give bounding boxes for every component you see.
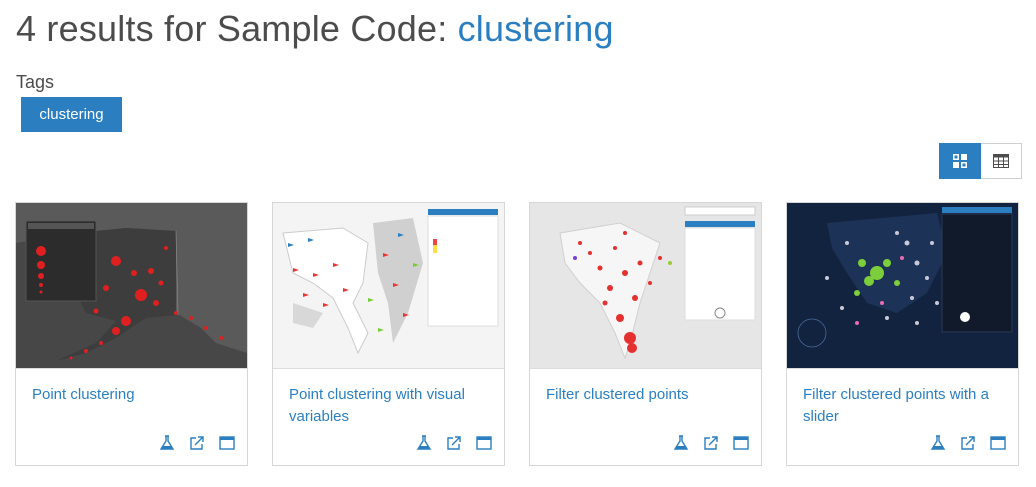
- flask-icon[interactable]: [673, 435, 689, 451]
- card-actions: [159, 435, 235, 451]
- tags-label: Tags: [16, 72, 55, 92]
- share-icon[interactable]: [189, 435, 205, 451]
- search-query: clustering: [457, 8, 614, 49]
- flask-icon[interactable]: [416, 435, 432, 451]
- sample-title-link[interactable]: Filter clustered points with a slider: [803, 384, 1008, 428]
- sample-card: Filter clustered points with a slider: [786, 202, 1019, 466]
- results-summary: 4 results for Sample Code:: [16, 8, 458, 49]
- sample-title-link[interactable]: Point clustering with visual variables: [289, 384, 494, 428]
- tag-clustering-button[interactable]: clustering: [21, 97, 122, 132]
- sample-thumbnail[interactable]: [787, 203, 1018, 369]
- sample-thumbnail[interactable]: [16, 203, 247, 369]
- table-view-button[interactable]: [981, 143, 1022, 179]
- share-icon[interactable]: [960, 435, 976, 451]
- share-icon[interactable]: [446, 435, 462, 451]
- card-actions: [673, 435, 749, 451]
- grid-view-icon: [953, 154, 967, 168]
- view-toggle: [939, 143, 1022, 179]
- flask-icon[interactable]: [159, 435, 175, 451]
- table-view-icon: [993, 154, 1009, 168]
- page-title: 4 results for Sample Code: clustering: [16, 8, 614, 50]
- card-actions: [416, 435, 492, 451]
- sample-title-link[interactable]: Filter clustered points: [546, 384, 751, 406]
- window-icon[interactable]: [733, 435, 749, 451]
- grid-view-button[interactable]: [939, 143, 981, 179]
- sample-card: Filter clustered points: [529, 202, 762, 466]
- sample-thumbnail[interactable]: [530, 203, 761, 369]
- sample-card: Point clustering with visual variables: [272, 202, 505, 466]
- window-icon[interactable]: [219, 435, 235, 451]
- window-icon[interactable]: [990, 435, 1006, 451]
- sample-card: Point clustering: [15, 202, 248, 466]
- window-icon[interactable]: [476, 435, 492, 451]
- sample-thumbnail[interactable]: [273, 203, 504, 369]
- flask-icon[interactable]: [930, 435, 946, 451]
- sample-title-link[interactable]: Point clustering: [32, 384, 237, 406]
- share-icon[interactable]: [703, 435, 719, 451]
- card-actions: [930, 435, 1006, 451]
